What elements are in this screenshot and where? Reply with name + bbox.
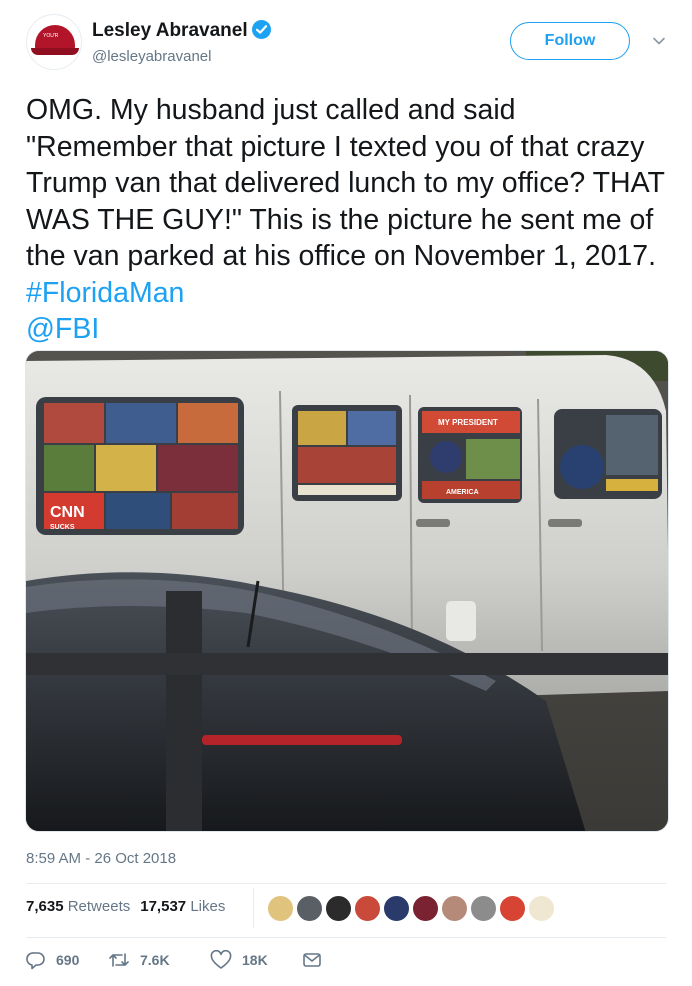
sticker-sucks: SUCKS [50,524,75,531]
reply-count: 690 [56,952,80,968]
follow-button[interactable]: Follow [510,22,630,60]
liker-avatar[interactable] [295,894,324,923]
liker-avatar[interactable] [469,894,498,923]
liker-avatar[interactable] [498,894,527,923]
sticker-my-president: MY PRESIDENT [438,418,498,427]
chevron-down-icon[interactable] [652,34,666,48]
liker-avatar[interactable] [382,894,411,923]
van-photo-image: CNN SUCKS MY PRESIDENT AMERICA [26,351,668,831]
retweet-count: 7.6K [140,952,170,968]
likes-stat[interactable]: 17,537 Likes [140,898,225,915]
likes-count: 17,537 [140,898,187,915]
like-count: 18K [242,952,268,968]
envelope-icon [303,953,321,967]
verified-badge-icon [251,20,271,39]
heart-icon [210,950,232,969]
mention-link[interactable]: @FBI [26,313,99,345]
sticker-america: AMERICA [446,489,479,496]
retweet-icon [109,953,129,967]
direct-message-button[interactable] [302,950,332,970]
user-handle[interactable]: @lesleyabravanel [92,48,211,65]
display-name[interactable]: Lesley Abravanel [92,20,271,42]
liker-avatar[interactable] [266,894,295,923]
retweets-stat[interactable]: 7,635 Retweets [26,898,130,915]
tweet-text: OMG. My husband just called and said "Re… [26,92,666,348]
reply-button[interactable]: 690 [26,950,79,970]
liker-avatar[interactable] [324,894,353,923]
divider [26,937,666,938]
retweets-label: Retweets [67,898,131,915]
user-avatar[interactable]: YOU'R [26,14,82,70]
like-button[interactable]: 18K [210,950,268,970]
tweet-stats: 7,635 Retweets 17,537 Likes [26,898,225,915]
liker-avatar[interactable] [411,894,440,923]
liker-avatar[interactable] [353,894,382,923]
display-name-text[interactable]: Lesley Abravanel [92,20,248,41]
reply-icon [26,952,45,970]
tweet-timestamp[interactable]: 8:59 AM - 26 Oct 2018 [26,850,176,867]
divider [26,883,666,884]
avatar-cap-text: YOU'R [43,33,59,39]
sticker-cnn: CNN [50,504,85,521]
tweet-body: OMG. My husband just called and said "Re… [26,94,665,272]
hashtag-link[interactable]: #FloridaMan [26,277,184,309]
tweet-actions: 690 7.6K 18K [26,950,666,976]
liker-avatar[interactable] [440,894,469,923]
likes-label: Likes [190,898,226,915]
tweet-header: YOU'R Lesley Abravanel @lesleyabravanel … [26,14,676,74]
retweet-button[interactable]: 7.6K [108,950,170,970]
tweet-photo[interactable]: CNN SUCKS MY PRESIDENT AMERICA [25,350,669,832]
liker-avatar[interactable] [527,894,556,923]
stats-divider [253,888,254,928]
retweets-count: 7,635 [26,898,64,915]
